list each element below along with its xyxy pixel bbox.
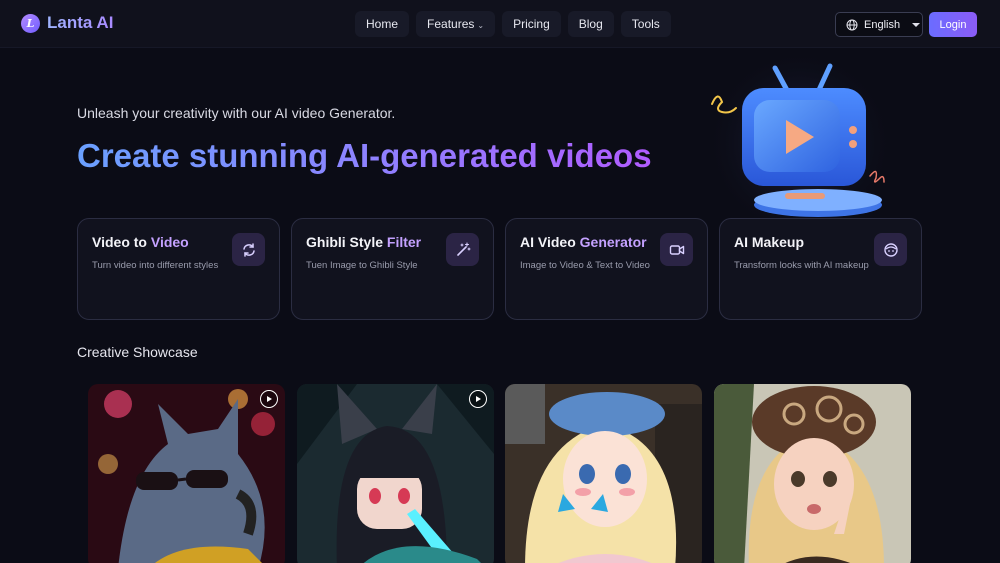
brand-name: Lanta AI: [47, 13, 114, 32]
main-menu: Home Features ⌄ Pricing Blog Tools: [355, 11, 671, 37]
card-subtitle: Tuen Image to Ghibli Style: [306, 260, 418, 271]
login-button[interactable]: Login: [929, 12, 977, 37]
showcase-item-butterfly-girl[interactable]: [505, 384, 702, 563]
cat-image: [88, 384, 285, 563]
headscarf-girl-image: [714, 384, 911, 563]
card-subtitle: Transform looks with AI makeup: [734, 260, 869, 271]
feature-card-ai-video-generator[interactable]: AI Video Generator Image to Video & Text…: [505, 218, 708, 320]
tv-illustration: [705, 58, 895, 228]
face-icon: [874, 233, 907, 266]
hero-tagline: Unleash your creativity with our AI vide…: [77, 105, 396, 121]
logo-icon: L: [21, 13, 40, 33]
play-icon[interactable]: [260, 390, 278, 408]
chevron-down-icon: ⌄: [477, 20, 485, 30]
nav-blog[interactable]: Blog: [567, 11, 614, 37]
nav-tools[interactable]: Tools: [620, 11, 671, 37]
feature-card-video-to-video[interactable]: Video to Video Turn video into different…: [77, 218, 280, 320]
butterfly-girl-image: [505, 384, 702, 563]
top-navbar: L Lanta AI Home Features ⌄ Pricing Blog T…: [0, 0, 1000, 48]
play-icon[interactable]: [469, 390, 487, 408]
showcase-title: Creative Showcase: [77, 344, 198, 360]
fox-girl-image: [297, 384, 494, 563]
language-selector[interactable]: English: [835, 12, 923, 37]
card-subtitle: Image to Video & Text to Video: [520, 260, 650, 271]
showcase-item-cat[interactable]: [88, 384, 285, 563]
nav-home[interactable]: Home: [355, 11, 410, 37]
magic-wand-icon: [446, 233, 479, 266]
brand-logo[interactable]: L Lanta AI: [21, 13, 113, 33]
hero-headline: Create stunning AI-generated videos: [77, 137, 652, 174]
feature-card-ghibli-filter[interactable]: Ghibli Style Filter Tuen Image to Ghibli…: [291, 218, 494, 320]
globe-icon: [846, 19, 858, 30]
showcase-item-fox-girl[interactable]: [297, 384, 494, 563]
refresh-icon: [232, 233, 265, 266]
card-subtitle: Turn video into different styles: [92, 260, 219, 271]
nav-pricing[interactable]: Pricing: [502, 11, 561, 37]
nav-features[interactable]: Features ⌄: [416, 11, 496, 37]
video-camera-icon: [660, 233, 693, 266]
feature-card-ai-makeup[interactable]: AI Makeup Transform looks with AI makeup: [719, 218, 922, 320]
showcase-item-headscarf-girl[interactable]: [714, 384, 911, 563]
caret-down-icon: [912, 22, 921, 27]
language-label: English: [864, 18, 901, 31]
